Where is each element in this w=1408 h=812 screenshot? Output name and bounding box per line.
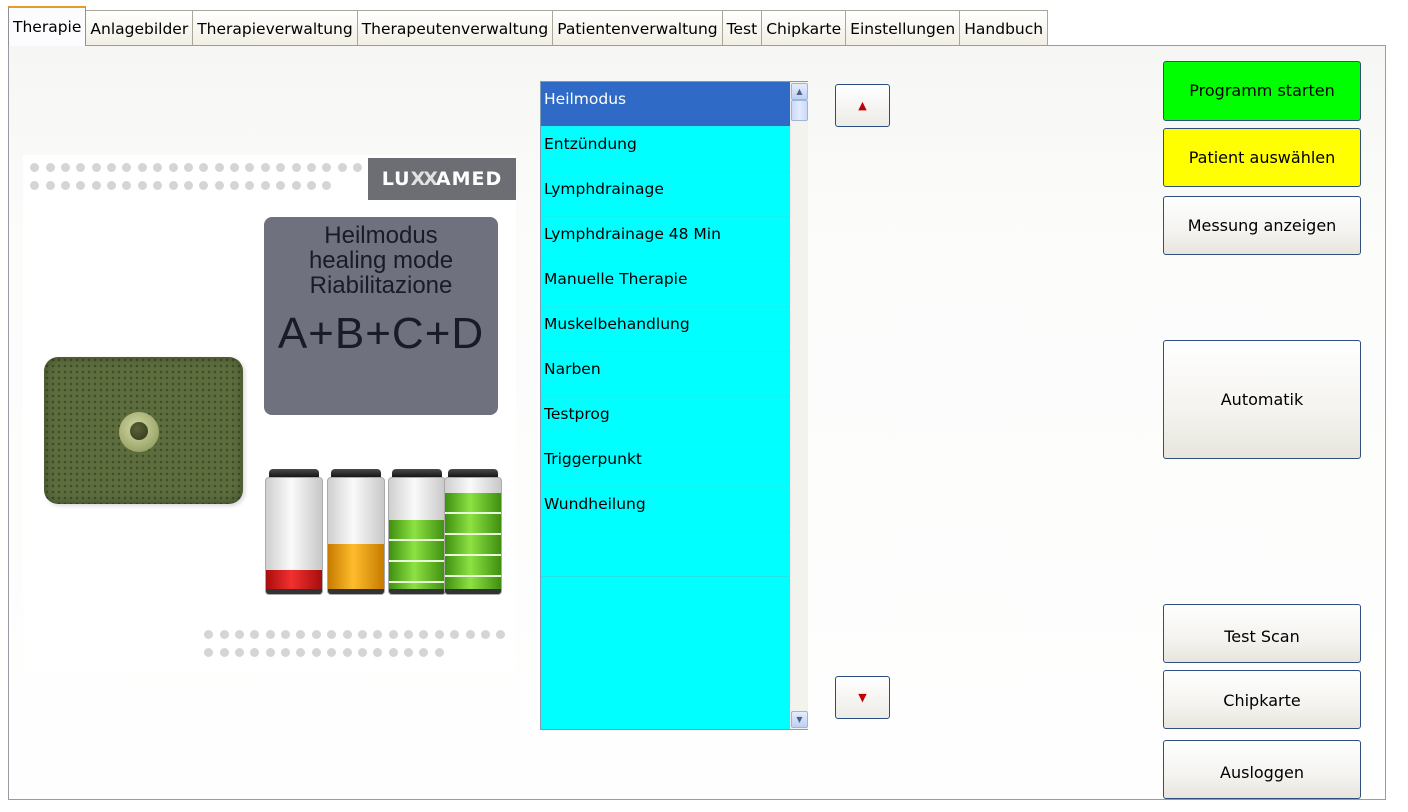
- electrode-pad-image: [44, 357, 243, 504]
- logout-button[interactable]: Ausloggen: [1163, 740, 1361, 799]
- list-item[interactable]: Manuelle Therapie: [541, 262, 807, 307]
- mode-electrodes: A+B+C+D: [277, 309, 485, 358]
- mode-name-it: Riabilitazione: [309, 272, 453, 299]
- list-item[interactable]: Muskelbehandlung: [541, 307, 807, 352]
- tab-handbuch[interactable]: Handbuch: [959, 10, 1049, 46]
- list-item-empty: [541, 532, 807, 577]
- therapy-illustration: LUXXAMED Heilmodus healing mode Riabilit…: [23, 155, 516, 670]
- select-patient-button[interactable]: Patient auswählen: [1163, 128, 1361, 187]
- decorative-dots-bottom: [201, 627, 516, 663]
- tab-therapieverwaltung[interactable]: Therapieverwaltung: [192, 10, 358, 46]
- down-arrow-icon: ▼: [858, 691, 867, 704]
- battery-level: [445, 493, 501, 594]
- list-item[interactable]: Lymphdrainage: [541, 172, 807, 217]
- battery-icon: [265, 477, 323, 595]
- test-scan-button[interactable]: Test Scan: [1163, 604, 1361, 663]
- battery-level: [328, 544, 384, 594]
- decorative-dots-top: [27, 160, 367, 196]
- tab-patientenverwaltung[interactable]: Patientenverwaltung: [552, 10, 723, 46]
- list-scrollbar[interactable]: ▲ ▼: [790, 82, 808, 729]
- list-item[interactable]: Entzündung: [541, 127, 807, 172]
- scroll-up-icon[interactable]: ▲: [791, 83, 808, 100]
- program-list[interactable]: Heilmodus Entzündung Lymphdrainage Lymph…: [540, 81, 808, 730]
- tab-bar: Therapie Anlagebilder Therapieverwaltung…: [8, 6, 1049, 46]
- mode-name-de: Heilmodus: [324, 222, 438, 249]
- mode-box: Heilmodus healing mode Riabilitazione A+…: [264, 217, 498, 415]
- up-arrow-icon: ▲: [858, 99, 867, 112]
- chipcard-button[interactable]: Chipkarte: [1163, 670, 1361, 729]
- electrode-snap-icon: [119, 412, 159, 452]
- battery-icon: [444, 477, 502, 595]
- list-item[interactable]: Wundheilung: [541, 487, 807, 532]
- list-item[interactable]: Lymphdrainage 48 Min: [541, 217, 807, 262]
- automatic-button[interactable]: Automatik: [1163, 340, 1361, 459]
- tab-therapeutenverwaltung[interactable]: Therapeutenverwaltung: [356, 10, 554, 46]
- scroll-thumb[interactable]: [791, 100, 808, 121]
- battery-icon: [327, 477, 385, 595]
- battery-level: [389, 520, 445, 594]
- show-measurement-button[interactable]: Messung anzeigen: [1163, 196, 1361, 255]
- luxamed-logo: LUXXAMED: [368, 158, 516, 200]
- tab-anlagebilder[interactable]: Anlagebilder: [85, 10, 194, 46]
- tab-chipkarte[interactable]: Chipkarte: [761, 10, 847, 46]
- list-item[interactable]: Testprog: [541, 397, 807, 442]
- start-program-button[interactable]: Programm starten: [1163, 61, 1361, 121]
- tab-einstellungen[interactable]: Einstellungen: [845, 10, 961, 46]
- tab-test[interactable]: Test: [721, 10, 763, 46]
- list-item[interactable]: Heilmodus: [541, 82, 807, 127]
- list-item[interactable]: Narben: [541, 352, 807, 397]
- list-item[interactable]: Triggerpunkt: [541, 442, 807, 487]
- move-up-button[interactable]: ▲: [835, 84, 890, 127]
- mode-name-en: healing mode: [308, 247, 454, 274]
- tab-therapie[interactable]: Therapie: [8, 6, 87, 46]
- scroll-down-icon[interactable]: ▼: [791, 711, 808, 728]
- battery-icon: [388, 477, 446, 595]
- move-down-button[interactable]: ▼: [835, 676, 890, 719]
